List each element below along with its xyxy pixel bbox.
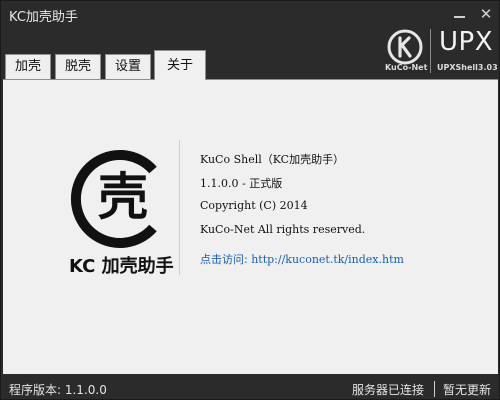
- shell-logo-icon: 壳: [70, 150, 157, 248]
- minimize-icon: [454, 16, 465, 18]
- link-label: 点击访问:: [200, 253, 248, 266]
- rights-line: KuCo-Net All rights reserved.: [200, 223, 366, 236]
- close-button[interactable]: ✕: [475, 5, 497, 23]
- tab-unpack[interactable]: 脱壳: [55, 54, 101, 79]
- kuco-net-logo-icon: [387, 29, 423, 65]
- website-link[interactable]: http://kuconet.tk/index.htm: [251, 253, 404, 266]
- brand-name: KuCo-Net: [385, 63, 428, 72]
- minimize-button[interactable]: [449, 5, 471, 23]
- website-row: 点击访问: http://kuconet.tk/index.htm: [200, 251, 404, 267]
- version-line: 1.1.0.0 - 正式版: [200, 177, 283, 190]
- brand-product: UPX: [439, 27, 494, 57]
- product-line: KuCo Shell（KC加壳助手）: [200, 153, 345, 166]
- logo-character: 壳: [98, 168, 148, 226]
- status-divider: [434, 381, 435, 397]
- brand-version: UPXShell3.03: [437, 63, 498, 72]
- tab-pack[interactable]: 加壳: [5, 54, 51, 79]
- copyright-line: Copyright (C) 2014: [200, 199, 308, 212]
- app-name: KC 加壳助手: [69, 256, 174, 277]
- connection-status: 服务器已连接: [352, 383, 425, 397]
- update-status[interactable]: 暂无更新: [443, 381, 491, 398]
- tab-settings[interactable]: 设置: [105, 54, 151, 79]
- close-icon: ✕: [479, 5, 493, 23]
- divider-line: [179, 140, 180, 275]
- about-panel: 壳 KC 加壳助手 KuCo Shell（KC加壳助手） 1.1.0.0 - 正…: [3, 79, 498, 374]
- tab-about[interactable]: 关于: [154, 50, 206, 80]
- brand-divider: [430, 29, 431, 73]
- app-window: KC加壳助手 ✕ KuCo-Net UPX UPXShell3.03 加壳 脱壳…: [0, 0, 500, 400]
- window-title: KC加壳助手: [9, 10, 78, 25]
- program-version: 程序版本: 1.1.0.0: [9, 383, 107, 397]
